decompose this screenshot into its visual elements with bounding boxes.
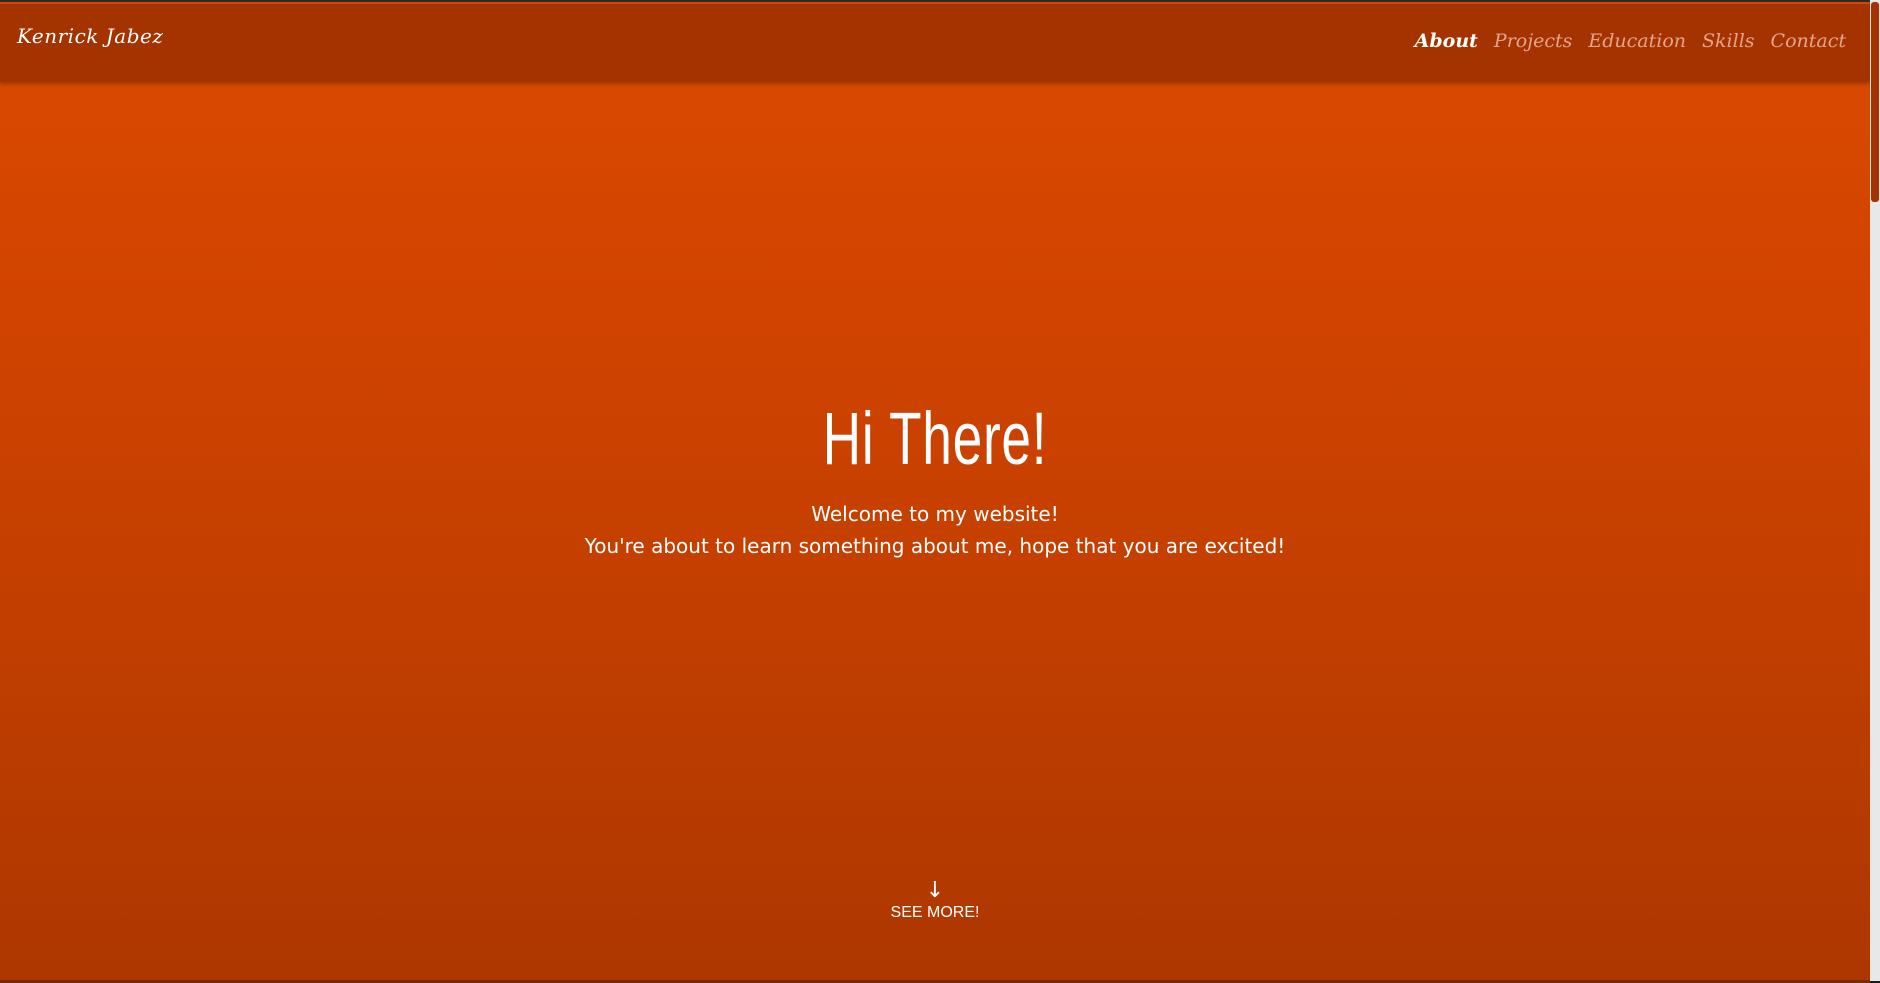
hero-title: Hi There!	[822, 397, 1048, 480]
hero-subtitle-text: You're about to learn something about me…	[584, 534, 1286, 558]
scrollbar-thumb[interactable]	[1871, 2, 1879, 202]
nav-menu: About Projects Education Skills Contact	[1415, 30, 1846, 52]
arrow-down-icon: ↓	[925, 878, 945, 903]
nav-skills[interactable]: Skills	[1702, 30, 1755, 52]
hero-welcome-text: Welcome to my website!	[811, 502, 1059, 526]
nav-about[interactable]: About	[1415, 30, 1478, 52]
page: Kenrick Jabez About Projects Education S…	[0, 0, 1870, 983]
hero-section: Hi There! Welcome to my website! You're …	[0, 397, 1870, 559]
vertical-scrollbar[interactable]	[1870, 0, 1880, 981]
see-more-label: SEE MORE!	[890, 904, 980, 921]
brand-logo[interactable]: Kenrick Jabez	[17, 24, 163, 48]
nav-projects[interactable]: Projects	[1494, 30, 1572, 52]
see-more-button[interactable]: ↓ SEE MORE!	[0, 880, 1870, 922]
navbar: Kenrick Jabez About Projects Education S…	[0, 4, 1870, 82]
nav-education[interactable]: Education	[1588, 30, 1686, 52]
nav-contact[interactable]: Contact	[1771, 30, 1846, 52]
